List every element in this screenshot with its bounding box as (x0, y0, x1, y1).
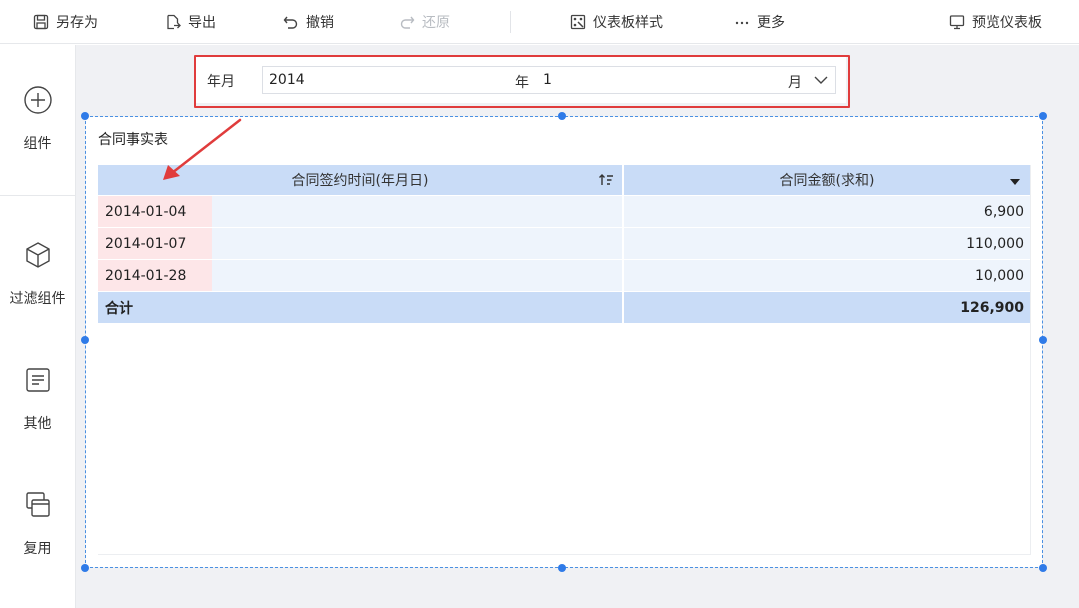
undo-button[interactable]: 撤销 (282, 0, 334, 44)
dashboard-canvas: 年月 2014 年 1 月 合同事实表 合同签约时间(年月日) 合同金额(求和)… (76, 45, 1079, 608)
top-toolbar: 另存为 导出 撤销 还原 仪表板样式 更多 预览仪表板 (0, 0, 1079, 44)
plus-circle-icon (23, 85, 53, 119)
resize-handle[interactable] (1039, 564, 1047, 572)
preview-dashboard-button[interactable]: 预览仪表板 (948, 0, 1042, 44)
undo-icon (282, 13, 300, 31)
redo-button[interactable]: 还原 (398, 0, 450, 44)
more-label: 更多 (757, 15, 785, 31)
sidebar-item-label: 组件 (23, 136, 52, 152)
sidebar-item-component[interactable]: 组件 (0, 85, 75, 153)
redo-icon (398, 13, 416, 31)
resize-handle[interactable] (81, 112, 89, 120)
palette-icon (569, 13, 587, 31)
resize-handle[interactable] (81, 564, 89, 572)
resize-handle[interactable] (558, 112, 566, 120)
sidebar-item-label: 其他 (23, 416, 52, 432)
export-button[interactable]: 导出 (164, 0, 216, 44)
dashboard-style-label: 仪表板样式 (593, 15, 663, 31)
toolbar-divider (510, 11, 511, 33)
save-as-label: 另存为 (56, 15, 98, 31)
resize-handle[interactable] (1039, 336, 1047, 344)
sidebar-item-label: 复用 (23, 541, 52, 557)
dashboard-style-button[interactable]: 仪表板样式 (569, 0, 663, 44)
redo-label: 还原 (422, 15, 450, 31)
sidebar-item-other[interactable]: 其他 (0, 365, 75, 433)
undo-label: 撤销 (306, 15, 334, 31)
copy-windows-icon (24, 490, 52, 524)
cube-icon (24, 240, 52, 274)
sidebar-item-filter-component[interactable]: 过滤组件 (0, 240, 75, 308)
save-icon (32, 13, 50, 31)
export-label: 导出 (188, 15, 216, 31)
more-button[interactable]: 更多 (733, 0, 785, 44)
monitor-icon (948, 13, 966, 31)
annotation-highlight-box (194, 55, 850, 108)
resize-handle[interactable] (81, 336, 89, 344)
more-dots-icon (733, 13, 751, 31)
left-sidebar: 组件 过滤组件 其他 复用 (0, 45, 76, 608)
resize-handle[interactable] (1039, 112, 1047, 120)
sidebar-divider (0, 195, 75, 196)
document-icon (24, 365, 52, 399)
sidebar-item-label: 过滤组件 (9, 291, 66, 307)
save-as-button[interactable]: 另存为 (32, 0, 98, 44)
preview-dashboard-label: 预览仪表板 (972, 15, 1042, 31)
widget-selection-outline (85, 116, 1043, 568)
sidebar-item-reuse[interactable]: 复用 (0, 490, 75, 558)
resize-handle[interactable] (558, 564, 566, 572)
export-icon (164, 13, 182, 31)
